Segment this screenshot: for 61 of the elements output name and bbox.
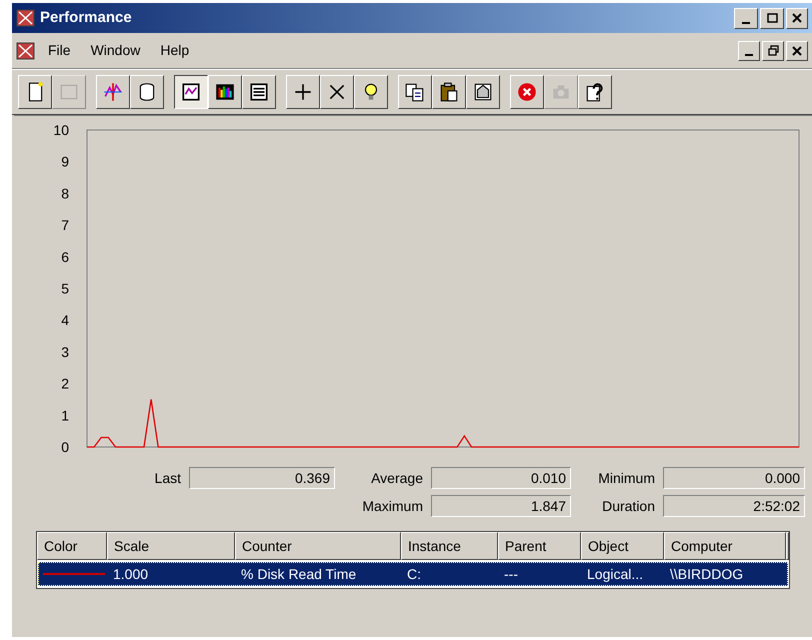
app-icon xyxy=(16,40,36,60)
copy-icon xyxy=(404,81,426,103)
table-row[interactable]: 1.000 % Disk Read Time C: --- Logical... \\BIRDDOG xyxy=(38,562,788,586)
axis-tick-label: 10 xyxy=(53,122,69,138)
table-cell-text: C: xyxy=(406,564,422,584)
restore-icon xyxy=(768,45,778,56)
stat-label: Last xyxy=(154,468,182,488)
table-cell-text: 1.000 xyxy=(112,564,150,584)
menu-item[interactable]: Window xyxy=(82,38,148,63)
table-cell-text: --- xyxy=(503,564,519,584)
minimize-button[interactable] xyxy=(734,8,758,28)
maximize-button[interactable] xyxy=(760,8,784,28)
minimize-icon xyxy=(745,54,753,56)
close-icon xyxy=(792,46,802,56)
restore-button[interactable] xyxy=(762,40,784,60)
paste-icon xyxy=(438,81,460,103)
table-cell-text: % Disk Read Time xyxy=(240,564,358,584)
activity-icon xyxy=(102,81,124,103)
toolbar-button[interactable] xyxy=(174,75,208,109)
close-button[interactable] xyxy=(786,40,808,60)
close-button[interactable] xyxy=(786,8,808,28)
axis-tick-label: 7 xyxy=(61,217,69,234)
column-header[interactable]: Computer xyxy=(664,532,786,560)
app-icon xyxy=(16,8,36,28)
axis-tick-label: 6 xyxy=(61,248,69,265)
axis-tick-label: 2 xyxy=(61,376,69,392)
properties-icon xyxy=(472,81,494,103)
stop-icon xyxy=(516,81,538,103)
maximize-icon xyxy=(766,13,778,23)
column-header[interactable]: Scale xyxy=(107,532,235,560)
stat-label: Minimum xyxy=(598,468,656,488)
menu-item[interactable]: Help xyxy=(152,38,198,63)
stat-label: Average xyxy=(371,468,424,488)
minimize-icon xyxy=(742,22,750,24)
text-report-icon xyxy=(248,81,270,103)
column-header[interactable]: Parent xyxy=(498,532,581,560)
table-cell-text: Logical... xyxy=(586,564,644,584)
axis-tick-label: 4 xyxy=(61,312,69,328)
menu-item[interactable]: File xyxy=(40,38,79,63)
stat-label: Duration xyxy=(602,496,656,516)
stat-value-field: 0.000 xyxy=(663,467,805,489)
close-icon xyxy=(792,13,802,23)
table-cell-text: \\BIRDDOG xyxy=(669,564,744,584)
stat-label: Maximum xyxy=(362,496,424,516)
stat-value-field: 0.010 xyxy=(431,467,571,489)
stat-value-field: 2:52:02 xyxy=(663,495,805,517)
stat-value-field: 0.369 xyxy=(189,467,335,489)
column-header[interactable]: Color xyxy=(37,532,107,560)
line-graph-icon xyxy=(180,81,202,103)
minimize-button[interactable] xyxy=(738,40,760,60)
axis-tick-label: 8 xyxy=(61,185,69,202)
window-title: Performance xyxy=(40,8,133,28)
axis-tick-label: 0 xyxy=(61,439,69,455)
axis-tick-label: 1 xyxy=(61,407,69,424)
column-header[interactable]: Object xyxy=(581,532,664,560)
stat-value-field: 1.847 xyxy=(431,495,571,517)
column-header[interactable]: Instance xyxy=(401,532,498,560)
axis-tick-label: 9 xyxy=(61,154,69,170)
axis-tick-label: 3 xyxy=(61,344,69,360)
column-header[interactable]: Counter xyxy=(235,532,401,560)
axis-tick-label: 5 xyxy=(61,280,69,296)
